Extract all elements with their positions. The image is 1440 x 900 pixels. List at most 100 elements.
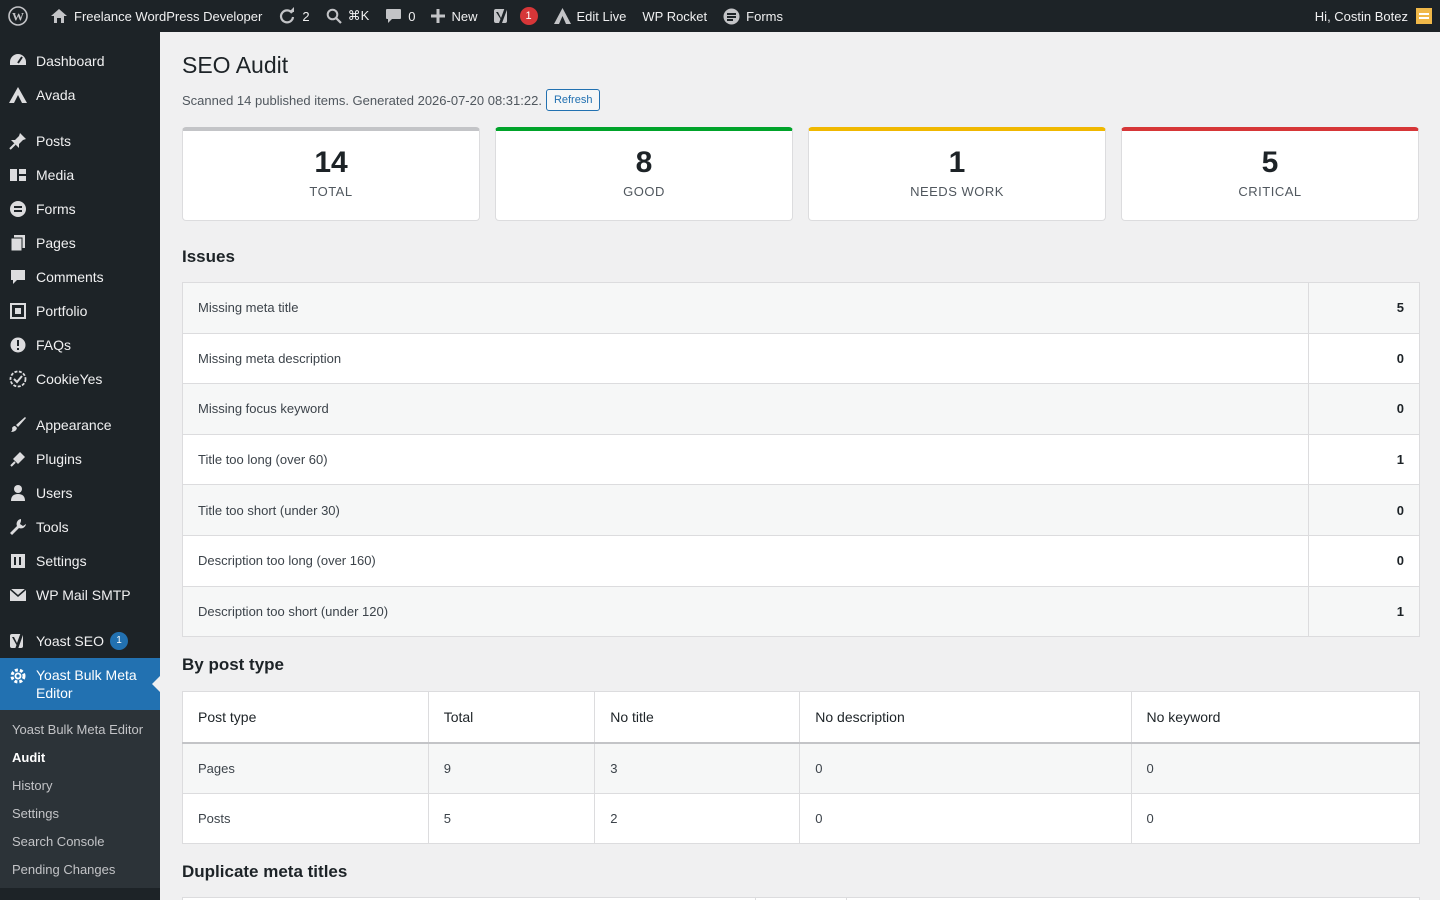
avada-icon [553, 8, 571, 24]
faq-icon [8, 335, 28, 355]
submenu-item-search-console[interactable]: Search Console [0, 828, 160, 856]
summary-card-critical: 5 CRITICAL [1121, 127, 1419, 221]
scan-meta-text: Scanned 14 published items. Generated 20… [182, 92, 542, 108]
plug-icon [8, 449, 28, 469]
comment-icon [8, 267, 28, 287]
menu-item-tools[interactable]: Tools [0, 510, 160, 544]
search-shortcut[interactable]: ⌘K [318, 0, 378, 32]
menu-item-dashboard[interactable]: Dashboard [0, 44, 160, 78]
issue-count: 1 [1308, 433, 1420, 486]
summary-card-total: 14 TOTAL [182, 127, 480, 221]
menu-label: Settings [36, 553, 87, 569]
submenu-item-yoast-bulk-meta-editor[interactable]: Yoast Bulk Meta Editor [0, 716, 160, 744]
updates-link[interactable]: 2 [270, 0, 317, 32]
issue-count: 1 [1308, 585, 1420, 638]
updates-count: 2 [302, 8, 310, 24]
table-cell: 0 [799, 792, 1132, 845]
submenu-item-history[interactable]: History [0, 772, 160, 800]
menu-label: Yoast Bulk Meta Editor [36, 667, 137, 701]
menu-item-media[interactable]: Media [0, 158, 160, 192]
admin-bar: W Freelance WordPress Developer 2 ⌘K 0 N… [0, 0, 1440, 32]
table-row: Posts 5 2 0 0 [182, 792, 1421, 845]
avada-icon [8, 85, 28, 105]
gear-icon [8, 666, 28, 686]
card-label: NEEDS WORK [910, 184, 1004, 199]
user-icon [8, 483, 28, 503]
table-row: Pages 9 3 0 0 [182, 742, 1421, 794]
card-value: 1 [948, 146, 966, 179]
new-content-link[interactable]: New [423, 0, 485, 32]
column-header: Post type [182, 691, 429, 744]
menu-item-pages[interactable]: Pages [0, 226, 160, 260]
menu-label: Plugins [36, 451, 82, 467]
forms-link[interactable]: Forms [715, 0, 791, 32]
menu-item-yoast-seo[interactable]: Yoast SEO 1 [0, 624, 160, 658]
refresh-button[interactable]: Refresh [545, 89, 601, 111]
comments-link[interactable]: 0 [377, 0, 423, 32]
card-value: 14 [314, 146, 348, 179]
forms-icon [8, 199, 28, 219]
comments-count: 0 [408, 8, 416, 24]
submenu: Yoast Bulk Meta Editor Audit History Set… [0, 710, 160, 888]
comment-icon [386, 9, 402, 23]
menu-item-faqs[interactable]: FAQs [0, 328, 160, 362]
menu-label: CookieYes [36, 371, 103, 387]
settings-icon [8, 551, 28, 571]
card-value: 8 [635, 146, 653, 179]
menu-item-avada[interactable]: Avada [0, 78, 160, 112]
issue-label: Missing focus keyword [182, 383, 1309, 435]
menu-item-posts[interactable]: Posts [0, 124, 160, 158]
table-cell: 5 [427, 792, 596, 845]
table-cell: 9 [427, 742, 596, 794]
site-name-label: Freelance WordPress Developer [74, 8, 263, 24]
card-value: 5 [1261, 146, 1279, 179]
table-cell: 0 [1130, 792, 1421, 845]
post-type-table: Post type Total No title No description … [182, 691, 1421, 845]
issues-table: Missing meta title 5 Missing meta descrip… [182, 282, 1420, 638]
issues-heading: Issues [182, 247, 235, 266]
menu-item-appearance[interactable]: Appearance [0, 408, 160, 442]
wp-rocket-link[interactable]: WP Rocket [634, 0, 715, 32]
submenu-item-settings[interactable]: Settings [0, 800, 160, 828]
yoast-menu[interactable]: 1 [486, 0, 546, 32]
menu-label: WP Mail SMTP [36, 587, 131, 603]
issue-label: Title too long (over 60) [182, 433, 1309, 486]
card-label: CRITICAL [1238, 184, 1302, 199]
issue-count: 0 [1308, 332, 1420, 385]
wordpress-logo-icon[interactable]: W [0, 0, 42, 32]
account-menu[interactable]: Hi, Costin Botez [1307, 0, 1440, 32]
duplicate-titles-heading: Duplicate meta titles [182, 862, 348, 882]
table-cell: 3 [594, 742, 801, 794]
table-row: Description too short (under 120) 1 [182, 585, 1420, 638]
forms-icon [723, 8, 740, 24]
edit-live-link[interactable]: Edit Live [546, 0, 635, 32]
submenu-item-pending-changes[interactable]: Pending Changes [0, 856, 160, 884]
card-label: TOTAL [309, 184, 353, 199]
menu-item-wp-mail-smtp[interactable]: WP Mail SMTP [0, 578, 160, 612]
new-label: New [451, 8, 478, 24]
site-name-link[interactable]: Freelance WordPress Developer [42, 0, 270, 32]
menu-label: Posts [36, 133, 72, 149]
menu-item-forms[interactable]: Forms [0, 192, 160, 226]
submenu-item-audit[interactable]: Audit [0, 744, 160, 772]
table-cell: 0 [1130, 742, 1421, 794]
search-shortcut-label: ⌘K [347, 8, 370, 23]
menu-label: Media [36, 167, 75, 183]
menu-label: Avada [36, 87, 76, 103]
menu-label: Comments [36, 269, 104, 285]
avatar [1416, 8, 1432, 24]
portfolio-icon [8, 301, 28, 321]
table-row: Title too long (over 60) 1 [182, 433, 1420, 486]
column-header: No description [799, 691, 1132, 744]
menu-item-portfolio[interactable]: Portfolio [0, 294, 160, 328]
menu-item-plugins[interactable]: Plugins [0, 442, 160, 476]
menu-item-cookieyes[interactable]: CookieYes [0, 362, 160, 396]
menu-label: Dashboard [36, 53, 105, 69]
column-header: No keyword [1130, 691, 1421, 744]
menu-label: Users [36, 485, 73, 501]
issue-count: 0 [1308, 383, 1420, 435]
menu-item-settings[interactable]: Settings [0, 544, 160, 578]
menu-item-comments[interactable]: Comments [0, 260, 160, 294]
menu-item-yoast-bulk-meta-editor[interactable]: Yoast Bulk Meta Editor [0, 658, 160, 710]
menu-item-users[interactable]: Users [0, 476, 160, 510]
